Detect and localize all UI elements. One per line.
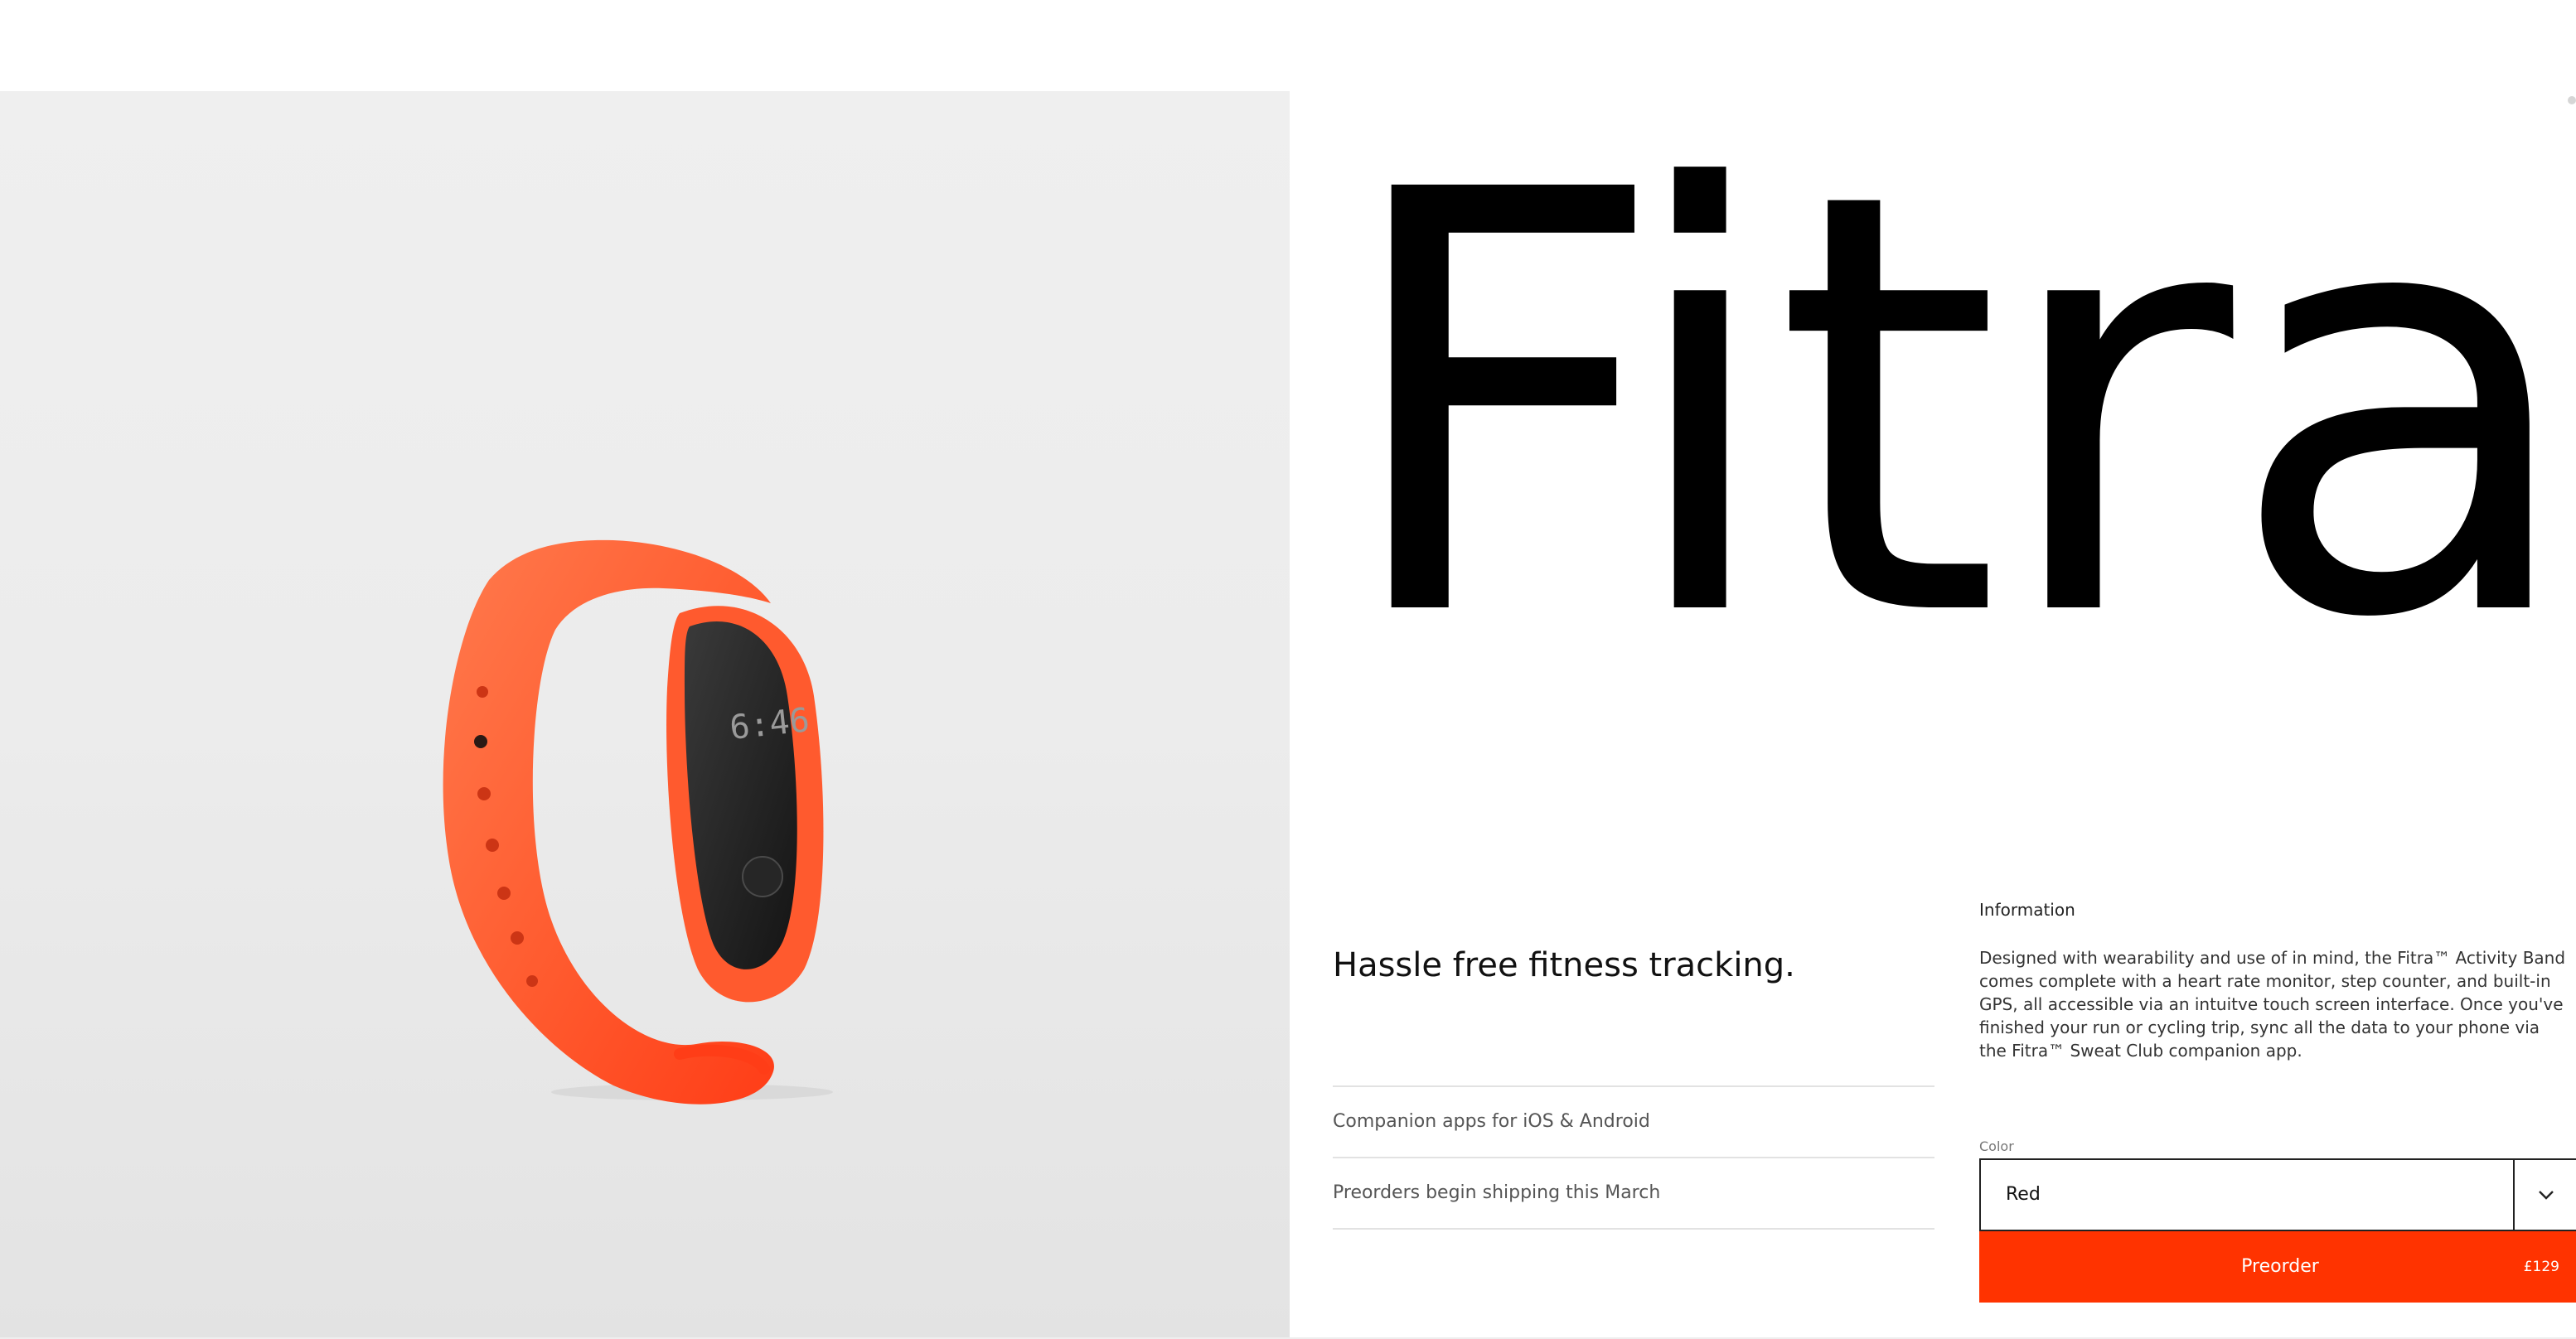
preorder-label: Preorder (2241, 1256, 2319, 1277)
tracker-button (742, 856, 783, 897)
product-photo: 6:46 (443, 539, 833, 1105)
color-select[interactable]: Red (1979, 1158, 2576, 1231)
information-heading: Information (1979, 900, 2075, 920)
preorder-button[interactable]: Preorder £129 (1979, 1231, 2576, 1303)
color-label: Color (1979, 1138, 2014, 1154)
feature-item-companion-apps: Companion apps for iOS & Android (1333, 1087, 1934, 1158)
feature-list: Companion apps for iOS & Android Preorde… (1333, 1085, 1934, 1230)
information-description: Designed with wearability and use of in … (1979, 948, 2566, 1061)
color-select-toggle[interactable] (2513, 1160, 2576, 1230)
product-image-panel: 6:46 (0, 91, 1290, 1337)
color-select-value: Red (2006, 1184, 2041, 1205)
preorder-price: £129 (2523, 1259, 2559, 1275)
product-title: Fitra (1334, 70, 2576, 745)
product-tagline: Hassle free fitness tracking. (1333, 946, 1795, 984)
feature-item-shipping: Preorders begin shipping this March (1333, 1158, 1934, 1230)
chevron-down-icon (2539, 1191, 2554, 1200)
